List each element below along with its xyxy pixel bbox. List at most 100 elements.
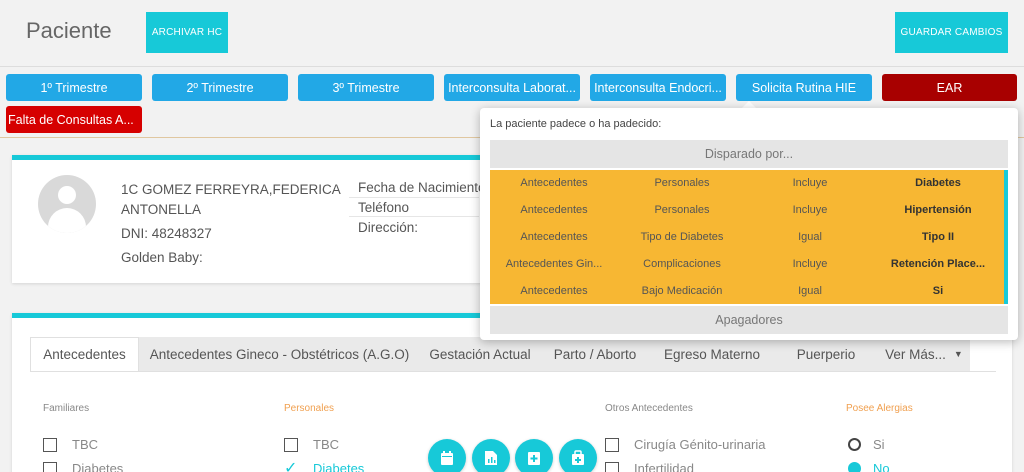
trigger-cell: Personales (654, 204, 710, 217)
trigger-cell: Hipertensión (904, 204, 972, 217)
checkbox-label: Diabetes (313, 461, 365, 472)
trigger-cell: Igual (798, 284, 822, 297)
add-report-button[interactable] (515, 439, 553, 472)
ear-button[interactable]: EAR (882, 74, 1017, 101)
checkbox-label: Infertilidad (634, 461, 694, 472)
first-trimester-button[interactable]: 1º Trimestre (6, 74, 142, 101)
trigger-cell: Tipo II (921, 230, 955, 243)
golden-baby-label: Golden Baby: (121, 250, 203, 265)
tab-ver-mas-label: Ver Más... (885, 346, 946, 362)
personales-heading: Personales (284, 403, 335, 414)
alergias-no-radio[interactable]: No (848, 461, 890, 472)
medical-bag-icon (572, 450, 584, 465)
tab-egreso-materno[interactable]: Egreso Materno (650, 337, 774, 371)
trigger-cell: Igual (798, 230, 822, 243)
top-header: Paciente ARCHIVAR HC GUARDAR CAMBIOS (0, 0, 1024, 67)
interconsulta-endocrino-button[interactable]: Interconsulta Endocri... (590, 74, 726, 101)
second-trimester-button[interactable]: 2º Trimestre (152, 74, 288, 101)
document-chart-button[interactable] (472, 439, 510, 472)
tab-ver-mas[interactable]: Ver Más... ▼ (878, 337, 970, 371)
trigger-cell: Antecedentes (520, 204, 588, 217)
archive-hc-button[interactable]: ARCHIVAR HC (146, 12, 228, 53)
birth-date-label: Fecha de Nacimiento (358, 180, 486, 195)
familiares-tbc-checkbox[interactable]: TBC (43, 437, 98, 452)
trigger-cell: Antecedentes (520, 230, 588, 243)
radio-label: No (873, 461, 890, 472)
checkbox-icon (605, 461, 619, 472)
trigger-cell: Bajo Medicación (641, 284, 723, 297)
calendar-icon (441, 451, 453, 465)
popover-title: La paciente padece o ha padecido: (490, 118, 662, 130)
trigger-cell: Incluye (792, 257, 828, 270)
avatar (38, 175, 96, 233)
trigger-row: Antecedentes Tipo de Diabetes Igual Tipo… (490, 224, 1002, 251)
patient-name-line2: ANTONELLA (121, 202, 202, 217)
tab-puerperio[interactable]: Puerperio (774, 337, 878, 371)
tab-parto-aborto[interactable]: Parto / Aborto (540, 337, 650, 371)
solicita-rutina-hie-button[interactable]: Solicita Rutina HIE (736, 74, 872, 101)
checkmark-icon: ✓ (284, 459, 298, 472)
info-separator (349, 216, 479, 217)
third-trimester-button[interactable]: 3º Trimestre (298, 74, 434, 101)
triggered-by-header: Disparado por... (490, 140, 1008, 168)
familiares-heading: Familiares (43, 403, 90, 414)
patient-dni: DNI: 48248327 (121, 226, 212, 241)
avatar-body-shape (48, 208, 86, 233)
add-report-icon (528, 452, 540, 465)
trigger-table: Antecedentes Personales Incluye Diabetes… (490, 170, 1008, 304)
ear-popover: La paciente padece o ha padecido: Dispar… (480, 108, 1018, 340)
table-scrollbar[interactable] (1004, 170, 1008, 304)
switches-off-header: Apagadores (490, 306, 1008, 334)
tab-gestacion-actual[interactable]: Gestación Actual (420, 337, 540, 371)
trigger-cell: Diabetes (915, 177, 961, 190)
interconsulta-laboratorio-button[interactable]: Interconsulta Laborat... (444, 74, 580, 101)
otros-antecedentes-heading: Otros Antecedentes (605, 403, 693, 414)
trigger-row: Antecedentes Personales Incluye Hiperten… (490, 197, 1002, 224)
infertilidad-checkbox[interactable]: Infertilidad (605, 461, 694, 472)
info-separator (349, 197, 479, 198)
radio-icon (848, 438, 861, 451)
phone-label: Teléfono (358, 200, 410, 215)
trigger-cell: Incluye (792, 204, 828, 217)
trigger-cell: Tipo de Diabetes (640, 230, 724, 243)
familiares-diabetes-checkbox[interactable]: Diabetes (43, 461, 123, 472)
caret-down-icon: ▼ (953, 349, 963, 359)
personales-tbc-checkbox[interactable]: TBC (284, 437, 339, 452)
personales-diabetes-checkbox[interactable]: ✓ Diabetes (284, 459, 365, 472)
trigger-cell: Antecedentes Gin... (505, 257, 603, 270)
avatar-head-shape (58, 186, 76, 204)
tab-bar: Antecedentes Antecedentes Gineco - Obsté… (30, 337, 970, 371)
tab-antecedentes[interactable]: Antecedentes (30, 337, 139, 371)
checkbox-label: TBC (72, 437, 98, 452)
falta-de-consultas-button[interactable]: Falta de Consultas A... (6, 106, 142, 133)
medical-bag-button[interactable] (559, 439, 597, 472)
checkbox-label: TBC (313, 437, 339, 452)
tab-underline (30, 371, 996, 372)
checkbox-icon (284, 437, 298, 452)
trigger-row: Antecedentes Gin... Complicaciones Inclu… (490, 250, 1002, 277)
trigger-cell: Antecedentes (520, 284, 588, 297)
checkbox-label: Cirugía Génito-urinaria (634, 437, 766, 452)
trigger-cell: Complicaciones (643, 257, 721, 270)
checkbox-icon (605, 437, 619, 452)
address-label: Dirección: (358, 220, 419, 235)
tab-antecedentes-gineco[interactable]: Antecedentes Gineco - Obstétricos (A.G.O… (139, 337, 420, 371)
posee-alergias-heading: Posee Alergias (846, 403, 913, 414)
trigger-row: Antecedentes Bajo Medicación Igual Si (490, 277, 1002, 304)
alergias-si-radio[interactable]: Si (848, 437, 885, 452)
document-chart-icon (485, 451, 497, 465)
trigger-cell: Retención Place... (890, 257, 986, 270)
checkbox-label: Diabetes (72, 461, 124, 472)
cirugia-checkbox[interactable]: Cirugía Génito-urinaria (605, 437, 766, 452)
trigger-cell: Antecedentes (520, 177, 588, 190)
radio-icon (848, 462, 861, 472)
radio-label: Si (873, 437, 885, 452)
patient-name-line1: 1C GOMEZ FERREYRA,FEDERICA (121, 182, 341, 197)
trigger-cell: Si (932, 284, 944, 297)
checkbox-icon (43, 437, 57, 452)
checkbox-icon (43, 461, 57, 472)
save-changes-button[interactable]: GUARDAR CAMBIOS (895, 12, 1008, 53)
trigger-cell: Personales (654, 177, 710, 190)
calendar-button[interactable] (428, 439, 466, 472)
page-title: Paciente (26, 18, 112, 43)
